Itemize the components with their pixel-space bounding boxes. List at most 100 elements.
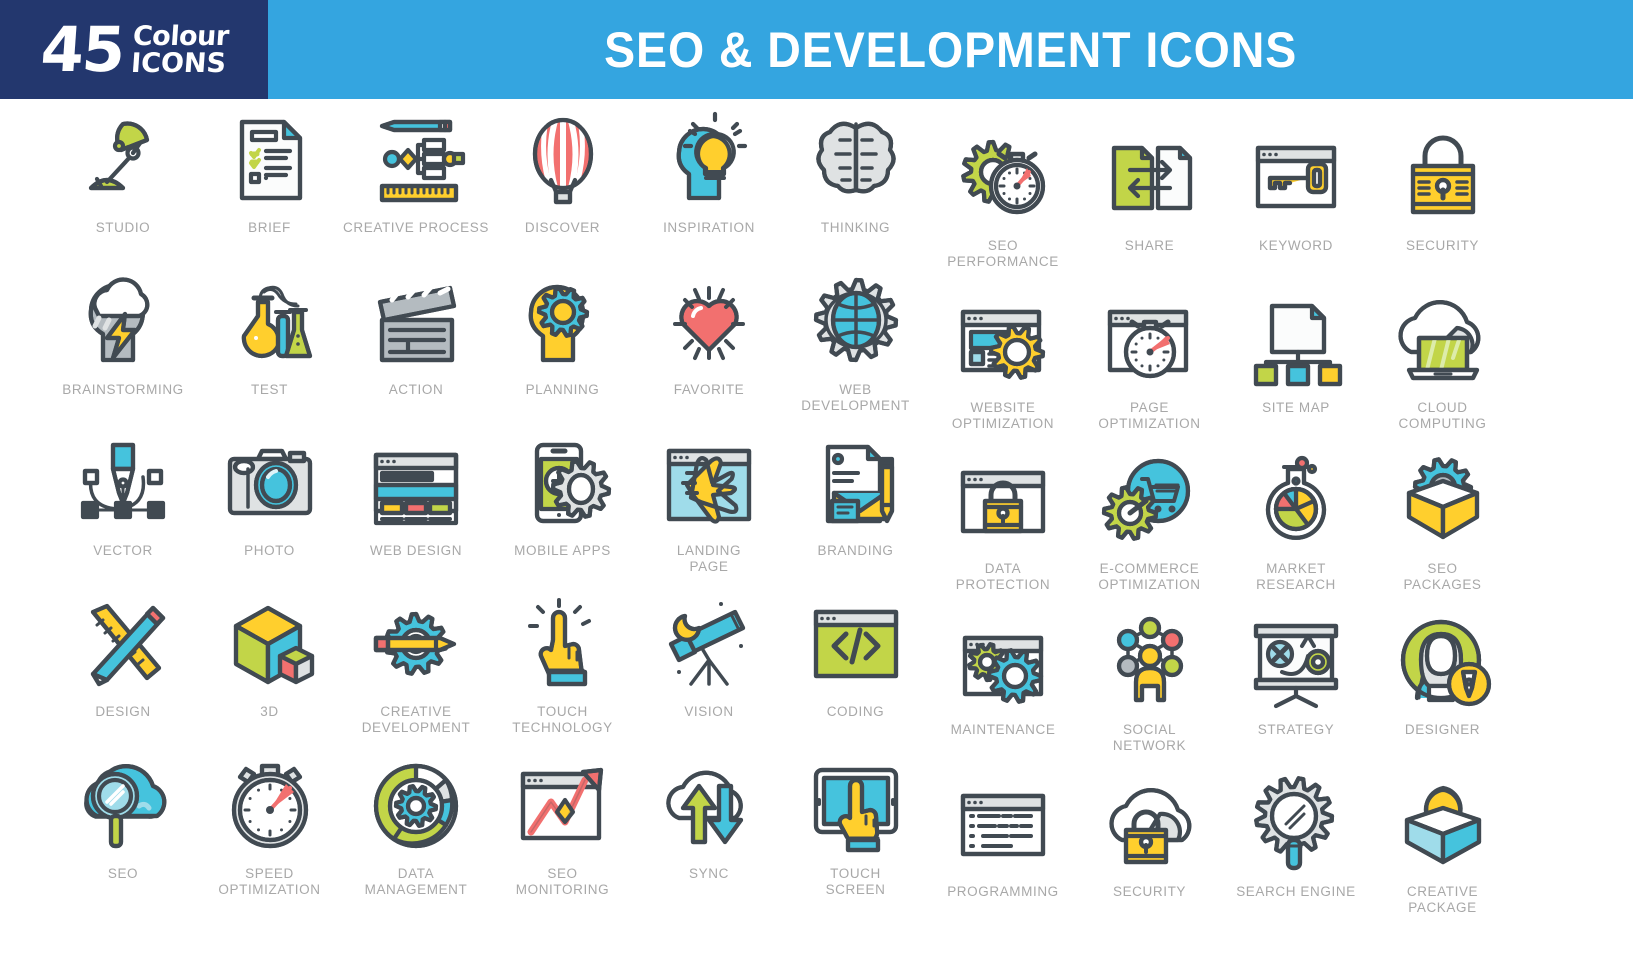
icon-cell-favorite[interactable]: FAVORITE bbox=[636, 269, 782, 398]
sync-icon bbox=[636, 753, 782, 859]
share-icon bbox=[1077, 125, 1223, 231]
studio-icon bbox=[50, 107, 196, 213]
brainstorming-icon bbox=[50, 269, 196, 375]
icon-label-vector: VECTOR bbox=[93, 543, 153, 558]
icon-cell-site-map[interactable]: SITE MAP bbox=[1223, 287, 1369, 416]
icon-label-data-management: DATA MANAGEMENT bbox=[364, 866, 468, 897]
thinking-icon bbox=[783, 107, 929, 213]
icon-cell-data-management[interactable]: DATA MANAGEMENT bbox=[343, 753, 489, 898]
icon-cell-designer[interactable]: DESIGNER bbox=[1370, 609, 1516, 738]
icon-label-seo: SEO bbox=[107, 866, 139, 881]
icon-cell-sync[interactable]: SYNC bbox=[636, 753, 782, 882]
icon-label-web-design: WEB DESIGN bbox=[369, 543, 463, 558]
count-badge: 45 Colour ICONS bbox=[0, 0, 268, 99]
icon-cell-website-optimization[interactable]: WEBSITE OPTIMIZATION bbox=[930, 287, 1076, 432]
icon-cell-data-protection[interactable]: DATA PROTECTION bbox=[930, 448, 1076, 593]
icon-cell-discover[interactable]: DISCOVER bbox=[490, 107, 636, 236]
icon-label-website-optimization: WEBSITE OPTIMIZATION bbox=[951, 400, 1055, 431]
strategy-icon bbox=[1223, 609, 1369, 715]
design-icon bbox=[50, 591, 196, 697]
icon-cell-seo-monitoring[interactable]: SEO MONITORING bbox=[490, 753, 636, 898]
icon-cell-touch-screen[interactable]: TOUCH SCREEN bbox=[783, 753, 929, 898]
icon-cell-search-engine[interactable]: SEARCH ENGINE bbox=[1223, 771, 1369, 900]
icon-cell-vision[interactable]: VISION bbox=[636, 591, 782, 720]
icon-cell-creative-process[interactable]: CREATIVE PROCESS bbox=[343, 107, 489, 236]
badge-icons-text: ICONS bbox=[129, 47, 227, 79]
icon-cell-web-development[interactable]: WEB DEVELOPMENT bbox=[783, 269, 929, 414]
inspiration-icon bbox=[636, 107, 782, 213]
icon-cell-brief[interactable]: BRIEF bbox=[197, 107, 343, 236]
icon-cell-studio[interactable]: STUDIO bbox=[50, 107, 196, 236]
icon-cell-landing-page[interactable]: LANDING PAGE bbox=[636, 430, 782, 575]
icon-cell-seo-performance[interactable]: SEO PERFORMANCE bbox=[930, 125, 1076, 270]
maintenance-icon bbox=[930, 609, 1076, 715]
icon-cell-creative-package[interactable]: CREATIVE PACKAGE bbox=[1370, 771, 1516, 916]
cloud-computing-icon bbox=[1370, 287, 1516, 393]
test-icon bbox=[197, 269, 343, 375]
icon-cell-test[interactable]: TEST bbox=[197, 269, 343, 398]
icon-label-studio: STUDIO bbox=[95, 220, 151, 235]
icon-cell-ecommerce-optimization[interactable]: E-COMMERCE OPTIMIZATION bbox=[1077, 448, 1223, 593]
icon-cell-speed-optimization[interactable]: SPEED OPTIMIZATION bbox=[197, 753, 343, 898]
icon-cell-security-cloud[interactable]: SECURITY bbox=[1077, 771, 1223, 900]
keyword-icon bbox=[1223, 125, 1369, 231]
icon-cell-action[interactable]: ACTION bbox=[343, 269, 489, 398]
icon-cell-creative-development[interactable]: CREATIVE DEVELOPMENT bbox=[343, 591, 489, 736]
icon-cell-cloud-computing[interactable]: CLOUD COMPUTING bbox=[1370, 287, 1516, 432]
icon-cell-market-research[interactable]: MARKET RESEARCH bbox=[1223, 448, 1369, 593]
icon-label-sync: SYNC bbox=[689, 866, 729, 881]
page-title: SEO & DEVELOPMENT ICONS bbox=[603, 21, 1298, 78]
icon-label-thinking: THINKING bbox=[820, 220, 891, 235]
title-banner: SEO & DEVELOPMENT ICONS bbox=[268, 0, 1633, 99]
icon-cell-branding[interactable]: BRANDING bbox=[783, 430, 929, 559]
seo-monitoring-icon bbox=[490, 753, 636, 859]
icon-label-strategy: STRATEGY bbox=[1257, 722, 1335, 737]
vision-icon bbox=[636, 591, 782, 697]
icon-cell-touch-technology[interactable]: TOUCH TECHNOLOGY bbox=[490, 591, 636, 736]
icon-label-discover: DISCOVER bbox=[524, 220, 601, 235]
icon-cell-social-network[interactable]: SOCIAL NETWORK bbox=[1077, 609, 1223, 754]
discover-icon bbox=[490, 107, 636, 213]
icon-cell-share[interactable]: SHARE bbox=[1077, 125, 1223, 254]
icon-cell-mobile-apps[interactable]: MOBILE APPS bbox=[490, 430, 636, 559]
seo-packages-icon bbox=[1370, 448, 1516, 554]
icon-label-creative-process: CREATIVE PROCESS bbox=[343, 220, 489, 235]
photo-icon bbox=[197, 430, 343, 536]
icon-cell-photo[interactable]: PHOTO bbox=[197, 430, 343, 559]
favorite-icon bbox=[636, 269, 782, 375]
icon-label-photo: PHOTO bbox=[244, 543, 295, 558]
icon-cell-design[interactable]: DESIGN bbox=[50, 591, 196, 720]
icon-cell-brainstorming[interactable]: BRAINSTORMING bbox=[50, 269, 196, 398]
icon-cell-vector[interactable]: VECTOR bbox=[50, 430, 196, 559]
icon-cell-keyword[interactable]: KEYWORD bbox=[1223, 125, 1369, 254]
icon-label-page-optimization: PAGE OPTIMIZATION bbox=[1098, 400, 1201, 431]
icon-cell-strategy[interactable]: STRATEGY bbox=[1223, 609, 1369, 738]
web-development-icon bbox=[783, 269, 929, 375]
icon-cell-thinking[interactable]: THINKING bbox=[783, 107, 929, 236]
creative-package-icon bbox=[1370, 771, 1516, 877]
branding-icon bbox=[783, 430, 929, 536]
icon-label-maintenance: MAINTENANCE bbox=[950, 722, 1056, 737]
icon-cell-security-lock[interactable]: SECURITY bbox=[1370, 125, 1516, 254]
icon-cell-seo-packages[interactable]: SEO PACKAGES bbox=[1370, 448, 1516, 593]
action-icon bbox=[343, 269, 489, 375]
icon-cell-coding[interactable]: CODING bbox=[783, 591, 929, 720]
icon-cell-threed[interactable]: 3D bbox=[197, 591, 343, 720]
badge-wordmark: Colour ICONS bbox=[129, 20, 230, 79]
icon-cell-planning[interactable]: PLANNING bbox=[490, 269, 636, 398]
seo-performance-icon bbox=[930, 125, 1076, 231]
badge-colour-text: Colour bbox=[131, 20, 230, 52]
icon-label-speed-optimization: SPEED OPTIMIZATION bbox=[218, 866, 321, 897]
touch-technology-icon bbox=[490, 591, 636, 697]
icon-label-planning: PLANNING bbox=[525, 382, 600, 397]
seo-icon bbox=[50, 753, 196, 859]
icon-label-inspiration: INSPIRATION bbox=[663, 220, 755, 235]
icon-cell-maintenance[interactable]: MAINTENANCE bbox=[930, 609, 1076, 738]
icon-cell-page-optimization[interactable]: PAGE OPTIMIZATION bbox=[1077, 287, 1223, 432]
icon-cell-web-design[interactable]: WEB DESIGN bbox=[343, 430, 489, 559]
icon-cell-programming[interactable]: PROGRAMMING bbox=[930, 771, 1076, 900]
icon-cell-seo[interactable]: SEO bbox=[50, 753, 196, 882]
icon-label-threed: 3D bbox=[260, 704, 279, 719]
icon-cell-inspiration[interactable]: INSPIRATION bbox=[636, 107, 782, 236]
website-optimization-icon bbox=[930, 287, 1076, 393]
